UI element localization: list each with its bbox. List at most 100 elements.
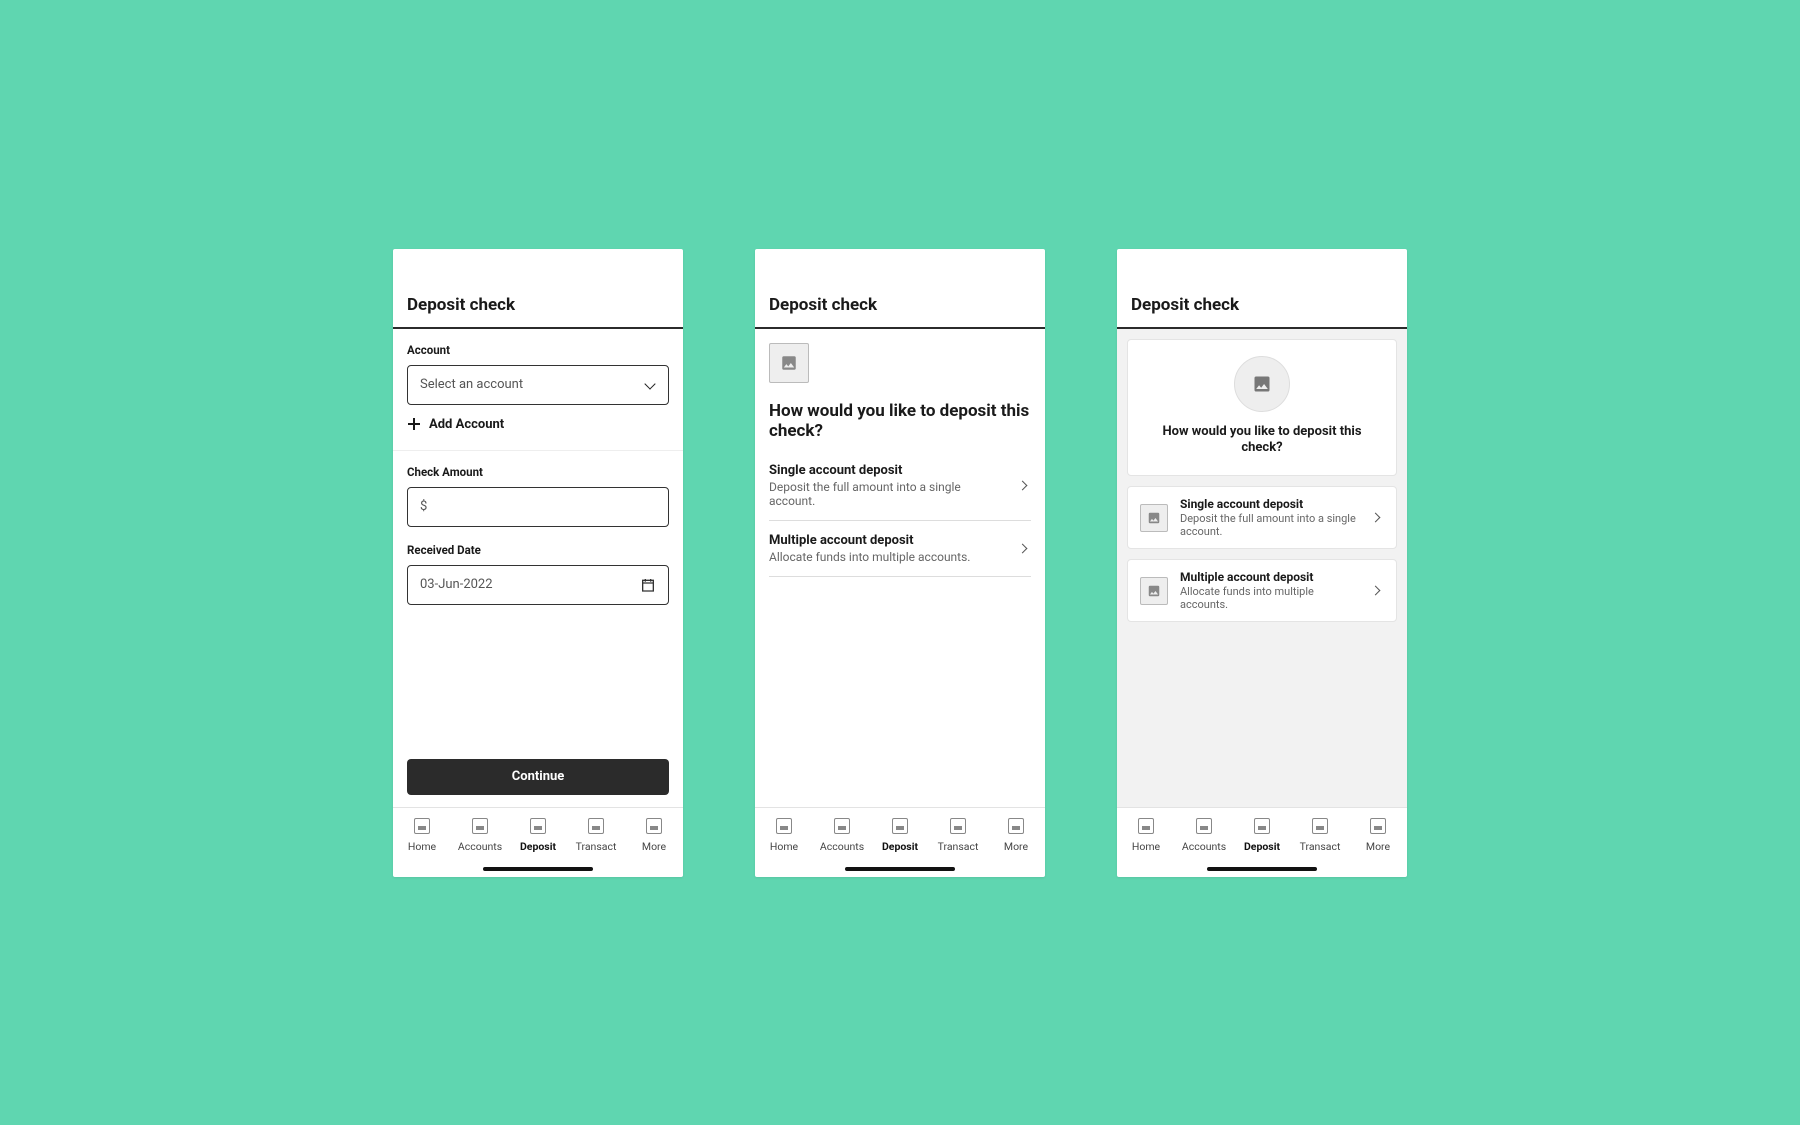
tab-label: Transact [576,840,617,853]
option-subtitle: Deposit the full amount into a single ac… [769,480,1009,508]
chevron-right-icon [1372,586,1382,596]
tab-label: More [1366,840,1390,853]
option-title: Single account deposit [1180,497,1360,511]
tab-icon [414,818,430,834]
image-placeholder-icon [1140,577,1168,605]
tab-label: Accounts [820,840,864,853]
option-subtitle: Allocate funds into multiple accounts. [769,550,970,564]
add-account-button[interactable]: Add Account [407,417,669,432]
option-title: Multiple account deposit [1180,570,1360,584]
tab-icon [1196,818,1212,834]
tab-icon [1370,818,1386,834]
tab-label: Accounts [1182,840,1226,853]
amount-section: Check Amount $ Received Date 03-Jun-2022 [393,450,683,623]
received-date-label: Received Date [407,543,669,557]
tab-transact[interactable]: Transact [1293,818,1347,853]
tab-label: Transact [1300,840,1341,853]
content: How would you like to deposit this check… [755,329,1045,807]
home-indicator [845,867,955,871]
phone-screen-form: Deposit check Account Select an account … [393,249,683,877]
tab-accounts[interactable]: Accounts [1177,818,1231,853]
header: Deposit check [1117,249,1407,329]
tab-icon [1008,818,1024,834]
image-placeholder-icon [769,343,809,383]
tab-label: Home [1132,840,1160,853]
option-multiple-account[interactable]: Multiple account deposit Allocate funds … [769,521,1031,577]
add-account-label: Add Account [429,417,504,432]
phone-screen-choose-cards: Deposit check How would you like to depo… [1117,249,1407,877]
page-title: Deposit check [407,295,669,315]
chevron-right-icon [1019,481,1029,491]
plus-icon [407,417,421,431]
option-single-account[interactable]: Single account deposit Deposit the full … [769,451,1031,521]
check-amount-value: $ [420,499,427,514]
chevron-down-icon [644,379,656,391]
account-select-placeholder: Select an account [420,377,523,392]
tab-label: More [642,840,666,853]
chevron-right-icon [1019,544,1029,554]
tab-icon [834,818,850,834]
tab-icon [1312,818,1328,834]
tab-icon [892,818,908,834]
image-placeholder-icon [1234,356,1290,412]
page-title: Deposit check [1131,295,1393,315]
image-placeholder-icon [1140,504,1168,532]
content: How would you like to deposit this check… [1117,329,1407,807]
question-heading: How would you like to deposit this check… [769,401,1031,442]
tab-icon [646,818,662,834]
tab-more[interactable]: More [1351,818,1405,853]
tab-deposit[interactable]: Deposit [1235,818,1289,853]
tab-icon [776,818,792,834]
header: Deposit check [393,249,683,329]
received-date-input[interactable]: 03-Jun-2022 [407,565,669,605]
account-select[interactable]: Select an account [407,365,669,405]
tab-icon [1254,818,1270,834]
home-indicator [483,867,593,871]
tab-icon [530,818,546,834]
tab-label: Deposit [520,840,556,853]
tab-more[interactable]: More [989,818,1043,853]
tab-label: More [1004,840,1028,853]
option-single-account[interactable]: Single account deposit Deposit the full … [1127,486,1397,549]
tab-home[interactable]: Home [757,818,811,853]
page-title: Deposit check [769,295,1031,315]
option-title: Single account deposit [769,463,1009,478]
check-amount-input[interactable]: $ [407,487,669,527]
tab-label: Deposit [1244,840,1280,853]
tab-label: Accounts [458,840,502,853]
home-indicator [1207,867,1317,871]
continue-button[interactable]: Continue [407,759,669,795]
phone-screen-choose-plain: Deposit check How would you like to depo… [755,249,1045,877]
hero-card: How would you like to deposit this check… [1127,339,1397,477]
tab-deposit[interactable]: Deposit [873,818,927,853]
tab-label: Home [770,840,798,853]
tab-icon [950,818,966,834]
tab-home[interactable]: Home [1119,818,1173,853]
check-amount-label: Check Amount [407,465,669,479]
option-title: Multiple account deposit [769,533,970,548]
tab-transact[interactable]: Transact [569,818,623,853]
tab-home[interactable]: Home [395,818,449,853]
tab-icon [472,818,488,834]
tab-accounts[interactable]: Accounts [815,818,869,853]
tab-icon [1138,818,1154,834]
content: Account Select an account Add Account Ch… [393,329,683,759]
tab-more[interactable]: More [627,818,681,853]
tab-accounts[interactable]: Accounts [453,818,507,853]
header: Deposit check [755,249,1045,329]
tab-transact[interactable]: Transact [931,818,985,853]
chevron-right-icon [1372,513,1382,523]
tab-label: Deposit [882,840,918,853]
received-date-value: 03-Jun-2022 [420,577,493,592]
option-subtitle: Deposit the full amount into a single ac… [1180,512,1360,538]
option-multiple-account[interactable]: Multiple account deposit Allocate funds … [1127,559,1397,622]
account-label: Account [407,343,669,357]
option-subtitle: Allocate funds into multiple accounts. [1180,585,1360,611]
continue-label: Continue [512,769,565,784]
tab-label: Transact [938,840,979,853]
account-section: Account Select an account Add Account [393,329,683,450]
tab-icon [588,818,604,834]
calendar-icon [640,577,656,593]
tab-deposit[interactable]: Deposit [511,818,565,853]
question-heading: How would you like to deposit this check… [1146,424,1378,458]
